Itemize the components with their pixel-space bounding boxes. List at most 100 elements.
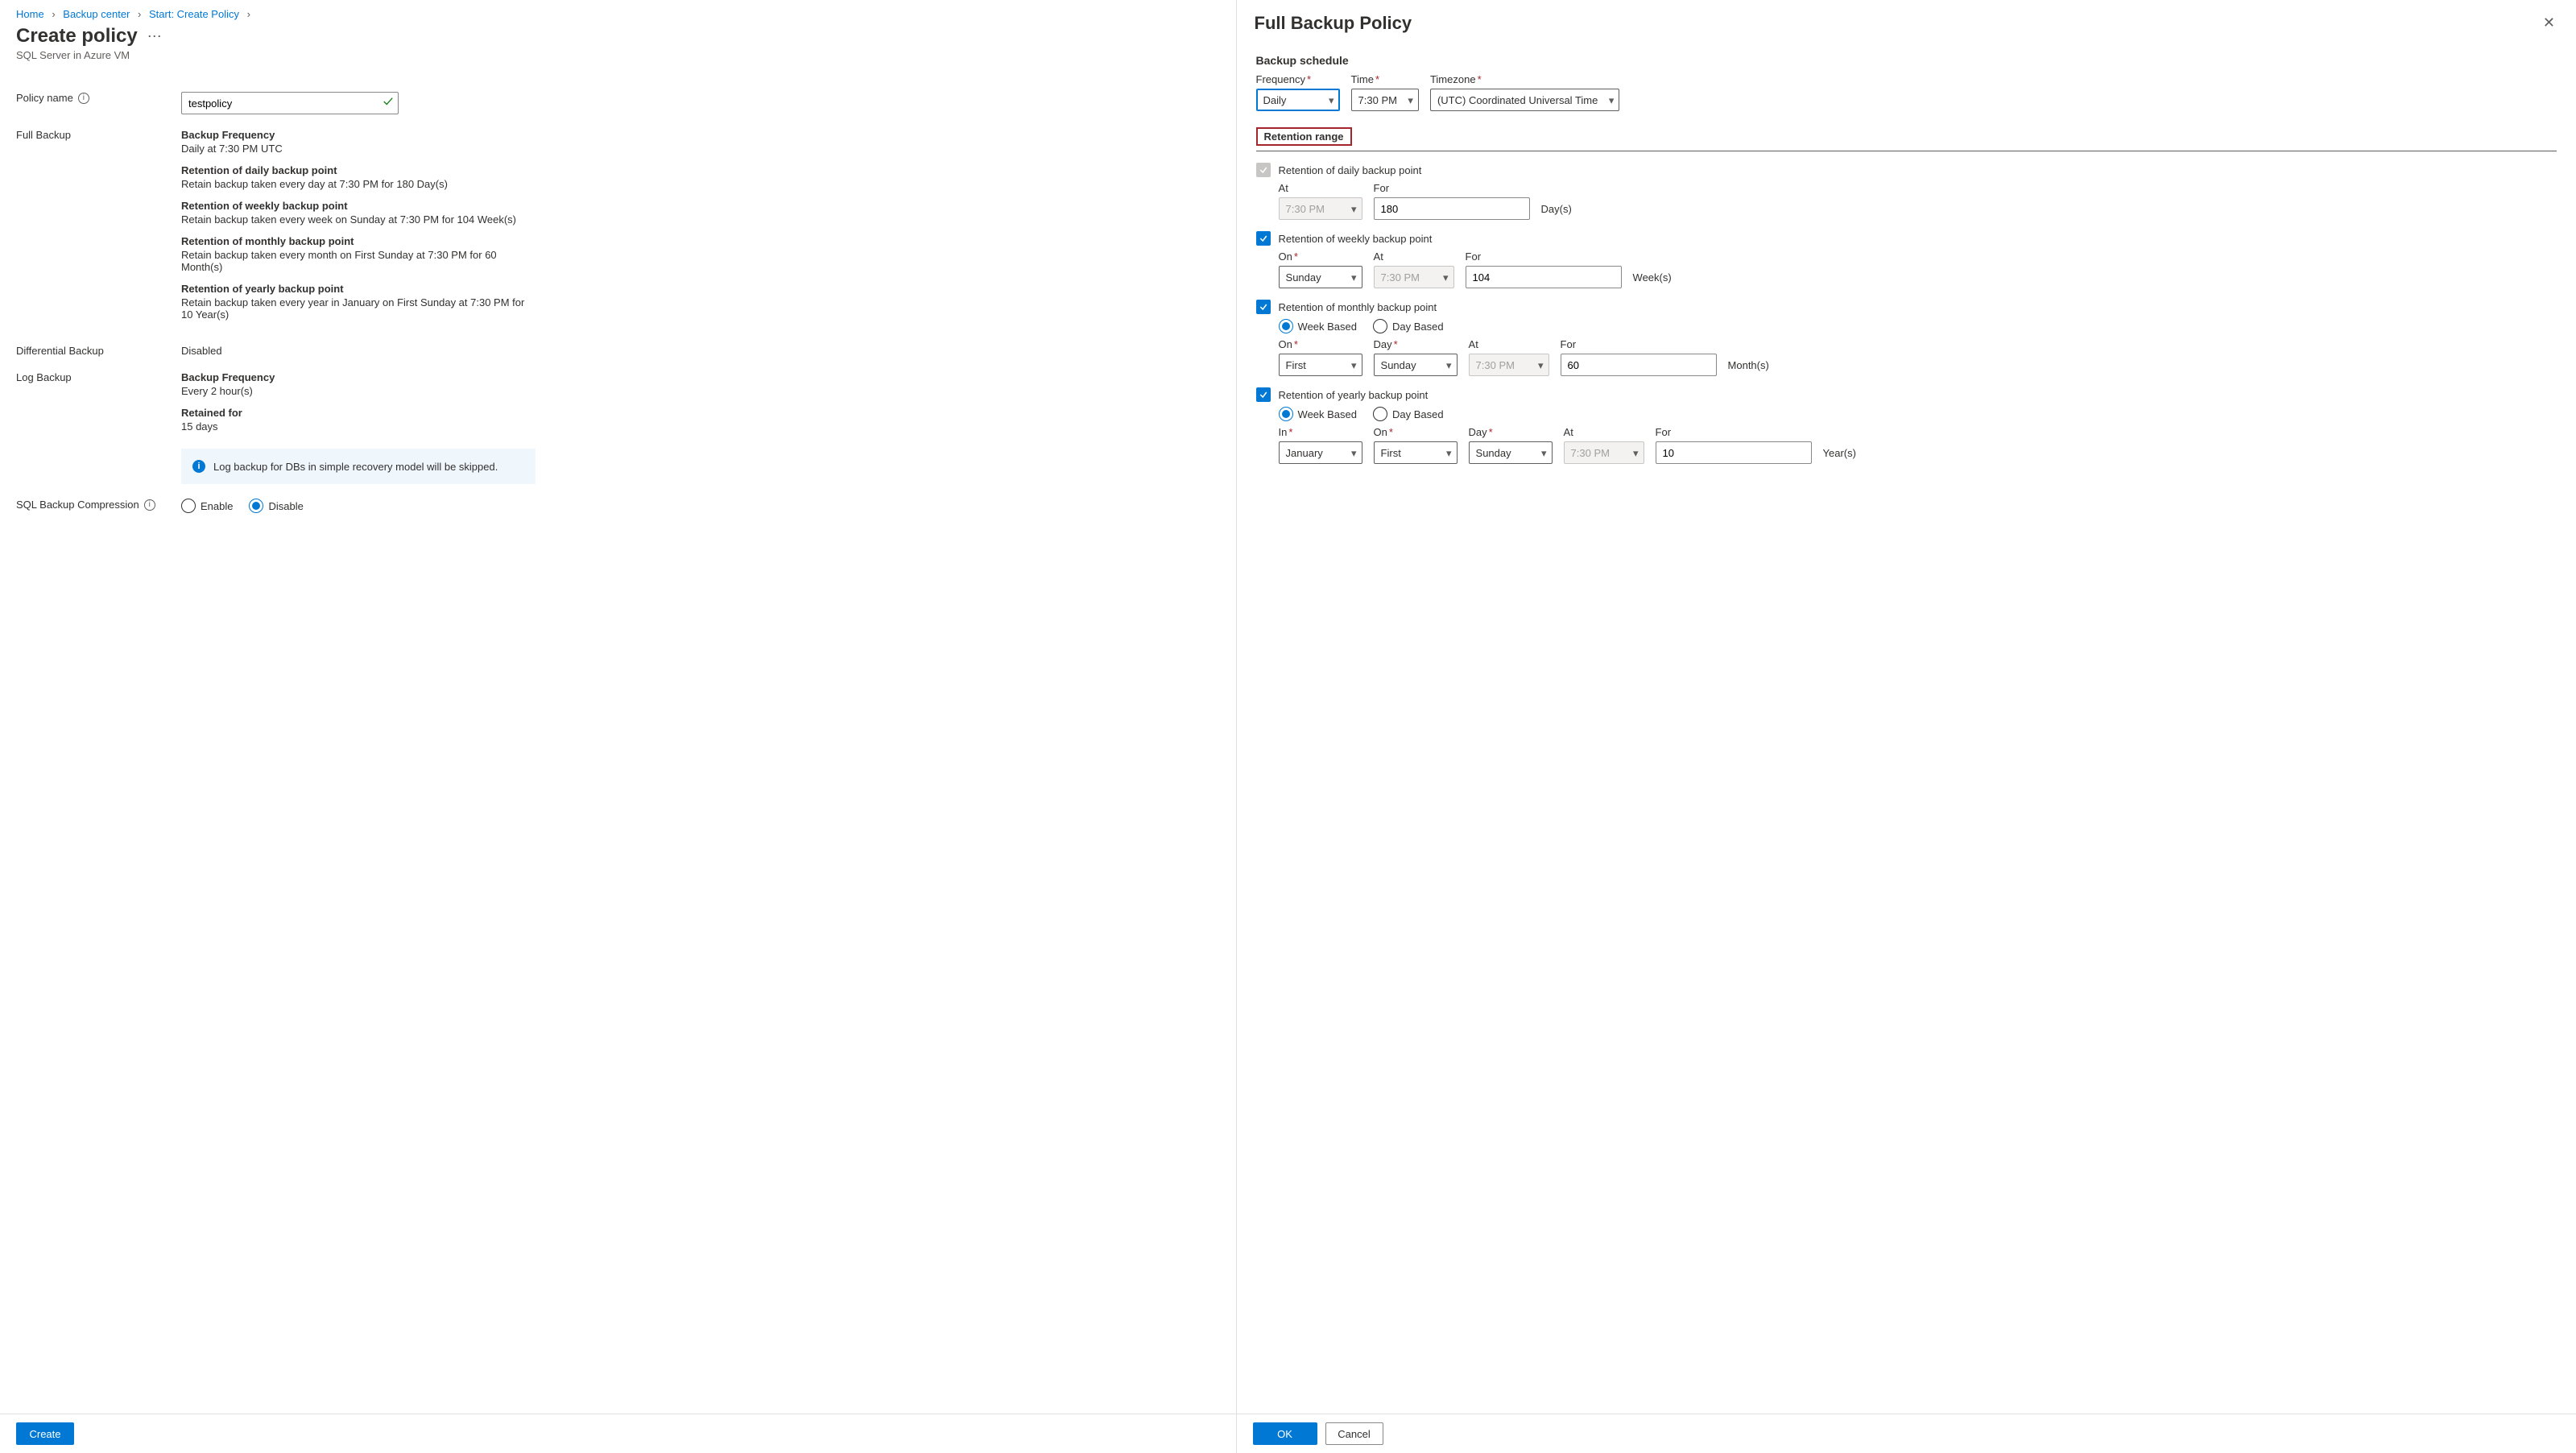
weekly-for-label: For xyxy=(1466,250,1622,263)
info-banner-text: Log backup for DBs in simple recovery mo… xyxy=(213,461,498,473)
ok-button[interactable]: OK xyxy=(1253,1422,1317,1445)
close-icon[interactable]: ✕ xyxy=(2540,11,2558,35)
monthly-retention-label: Retention of monthly backup point xyxy=(1279,301,1437,313)
compression-label: SQL Backup Compression xyxy=(16,499,139,511)
compression-enable-radio[interactable]: Enable xyxy=(181,499,233,513)
chevron-down-icon: ▾ xyxy=(1351,359,1357,372)
yearly-retention-checkbox[interactable] xyxy=(1256,387,1271,402)
timezone-select[interactable]: (UTC) Coordinated Universal Time ▾ xyxy=(1430,89,1619,111)
full-backup-daily-heading: Retention of daily backup point xyxy=(181,164,535,176)
daily-unit: Day(s) xyxy=(1541,203,1572,220)
frequency-label: Frequency xyxy=(1256,73,1305,85)
monthly-day-based-radio[interactable]: Day Based xyxy=(1373,319,1444,333)
yearly-for-label: For xyxy=(1656,426,1812,438)
yearly-unit: Year(s) xyxy=(1823,447,1856,464)
yearly-day-based-radio[interactable]: Day Based xyxy=(1373,407,1444,421)
weekly-retention-checkbox[interactable] xyxy=(1256,231,1271,246)
breadcrumb-backup-center[interactable]: Backup center xyxy=(63,8,130,20)
monthly-on-select[interactable]: First▾ xyxy=(1279,354,1362,376)
full-backup-monthly-value: Retain backup taken every month on First… xyxy=(181,249,535,273)
checkmark-icon xyxy=(382,96,394,110)
chevron-right-icon: › xyxy=(247,8,250,20)
daily-at-select: 7:30 PM ▾ xyxy=(1279,197,1362,220)
yearly-on-select[interactable]: First▾ xyxy=(1374,441,1458,464)
breadcrumb-home[interactable]: Home xyxy=(16,8,44,20)
diff-backup-value: Disabled xyxy=(181,345,535,357)
monthly-retention-checkbox[interactable] xyxy=(1256,300,1271,314)
yearly-for-input[interactable] xyxy=(1656,441,1812,464)
monthly-on-label: On xyxy=(1279,338,1292,350)
compression-disable-label: Disable xyxy=(268,500,303,512)
daily-for-label: For xyxy=(1374,182,1530,194)
chevron-down-icon: ▾ xyxy=(1446,447,1452,460)
time-label: Time xyxy=(1351,73,1374,85)
cancel-button[interactable]: Cancel xyxy=(1325,1422,1383,1445)
log-backup-ret-heading: Retained for xyxy=(181,407,535,419)
policy-name-input[interactable] xyxy=(181,92,399,114)
monthly-unit: Month(s) xyxy=(1728,359,1769,376)
full-backup-weekly-heading: Retention of weekly backup point xyxy=(181,200,535,212)
full-backup-freq-heading: Backup Frequency xyxy=(181,129,535,141)
monthly-day-select[interactable]: Sunday▾ xyxy=(1374,354,1458,376)
log-backup-ret-value: 15 days xyxy=(181,420,535,433)
chevron-down-icon: ▾ xyxy=(1351,271,1357,284)
compression-disable-radio[interactable]: Disable xyxy=(249,499,303,513)
weekly-on-label: On xyxy=(1279,250,1292,263)
full-backup-label: Full Backup xyxy=(16,129,181,141)
page-subtitle: SQL Server in Azure VM xyxy=(0,49,1236,69)
weekly-at-label: At xyxy=(1374,250,1454,263)
log-backup-freq-heading: Backup Frequency xyxy=(181,371,535,383)
yearly-in-select[interactable]: January▾ xyxy=(1279,441,1362,464)
info-icon: i xyxy=(192,460,205,473)
yearly-on-label: On xyxy=(1374,426,1387,438)
breadcrumb-start-create-policy[interactable]: Start: Create Policy xyxy=(149,8,239,20)
info-icon[interactable]: i xyxy=(144,499,155,511)
chevron-down-icon: ▾ xyxy=(1329,94,1334,107)
chevron-right-icon: › xyxy=(138,8,141,20)
full-backup-daily-value: Retain backup taken every day at 7:30 PM… xyxy=(181,178,535,190)
timezone-label: Timezone xyxy=(1430,73,1476,85)
panel-title: Full Backup Policy xyxy=(1255,13,1412,34)
chevron-down-icon: ▾ xyxy=(1408,94,1413,107)
chevron-down-icon: ▾ xyxy=(1443,271,1449,284)
frequency-select[interactable]: Daily ▾ xyxy=(1256,89,1340,111)
monthly-for-input[interactable] xyxy=(1561,354,1717,376)
policy-name-label: Policy name xyxy=(16,92,73,104)
backup-schedule-heading: Backup schedule xyxy=(1256,54,2557,67)
info-icon[interactable]: i xyxy=(78,93,89,104)
weekly-for-input[interactable] xyxy=(1466,266,1622,288)
monthly-week-based-radio[interactable]: Week Based xyxy=(1279,319,1357,333)
chevron-down-icon: ▾ xyxy=(1633,447,1639,460)
monthly-at-select: 7:30 PM▾ xyxy=(1469,354,1549,376)
chevron-down-icon: ▾ xyxy=(1351,203,1357,216)
full-backup-yearly-heading: Retention of yearly backup point xyxy=(181,283,535,295)
daily-retention-label: Retention of daily backup point xyxy=(1279,164,1422,176)
monthly-for-label: For xyxy=(1561,338,1717,350)
yearly-week-based-radio[interactable]: Week Based xyxy=(1279,407,1357,421)
time-select[interactable]: 7:30 PM ▾ xyxy=(1351,89,1419,111)
info-banner: i Log backup for DBs in simple recovery … xyxy=(181,449,535,484)
monthly-at-label: At xyxy=(1469,338,1549,350)
diff-backup-label: Differential Backup xyxy=(16,345,181,357)
full-backup-weekly-value: Retain backup taken every week on Sunday… xyxy=(181,213,535,226)
yearly-retention-label: Retention of yearly backup point xyxy=(1279,389,1429,401)
monthly-day-label: Day xyxy=(1374,338,1392,350)
chevron-down-icon: ▾ xyxy=(1351,447,1357,460)
weekly-on-select[interactable]: Sunday ▾ xyxy=(1279,266,1362,288)
chevron-down-icon: ▾ xyxy=(1538,359,1544,372)
daily-retention-checkbox xyxy=(1256,163,1271,177)
yearly-at-label: At xyxy=(1564,426,1644,438)
weekly-retention-label: Retention of weekly backup point xyxy=(1279,233,1433,245)
chevron-down-icon: ▾ xyxy=(1609,94,1615,107)
daily-for-input[interactable] xyxy=(1374,197,1530,220)
create-button[interactable]: Create xyxy=(16,1422,74,1445)
more-button[interactable]: ⋯ xyxy=(147,28,162,45)
weekly-unit: Week(s) xyxy=(1633,271,1672,288)
chevron-down-icon: ▾ xyxy=(1446,359,1452,372)
daily-at-label: At xyxy=(1279,182,1362,194)
retention-range-heading: Retention range xyxy=(1256,127,1352,146)
yearly-day-label: Day xyxy=(1469,426,1487,438)
yearly-day-select[interactable]: Sunday▾ xyxy=(1469,441,1553,464)
weekly-at-select: 7:30 PM ▾ xyxy=(1374,266,1454,288)
full-backup-yearly-value: Retain backup taken every year in Januar… xyxy=(181,296,535,321)
